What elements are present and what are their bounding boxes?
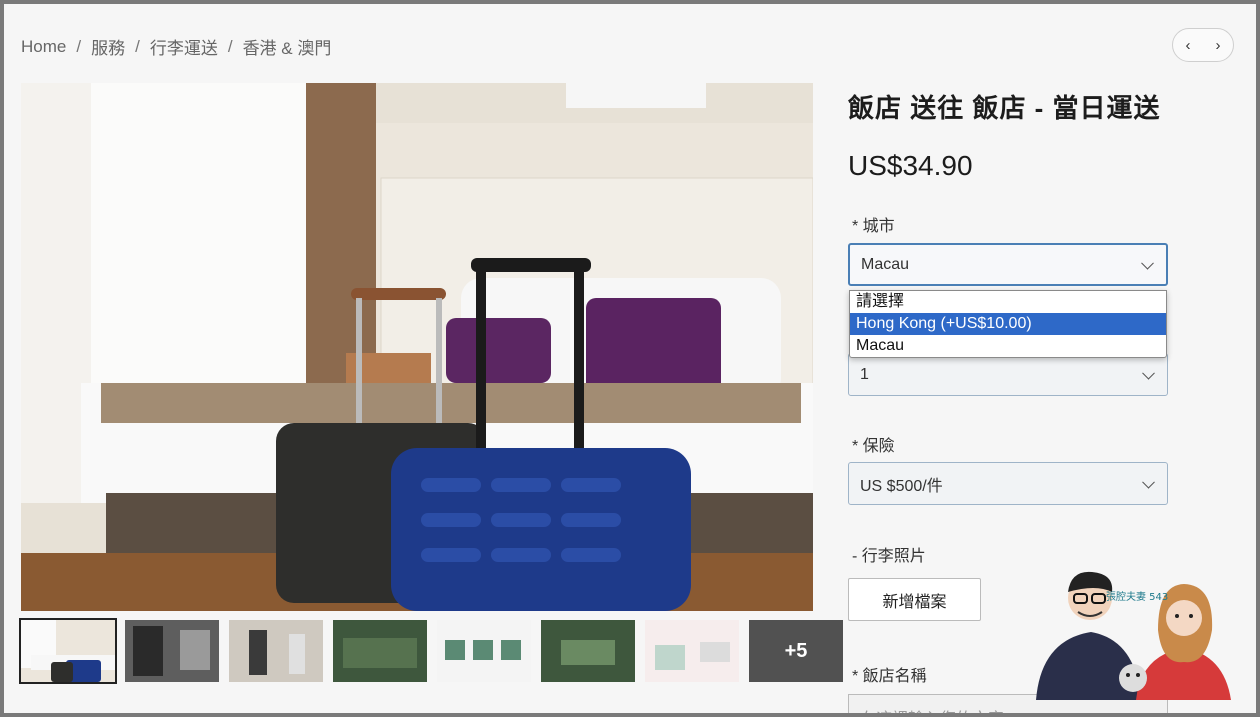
more-thumbnails-badge[interactable]: +5 [749,620,843,682]
chevron-down-icon [1141,256,1154,270]
breadcrumb: Home / 服務 / 行李運送 / 香港 & 澳門 [21,34,331,59]
product-main-image[interactable] [21,83,813,611]
thumbnail-photo-icon [125,620,219,682]
thumbnail-infographic-icon [541,620,635,682]
breadcrumb-separator: / [135,36,140,56]
chevron-down-icon [1142,366,1155,380]
thumbnail[interactable] [229,620,323,682]
add-file-button[interactable]: 新增檔案 [848,578,981,621]
quantity-select-value: 1 [860,365,869,383]
city-dropdown: 請選擇 Hong Kong (+US$10.00) Macau [849,290,1167,358]
breadcrumb-services[interactable]: 服務 [91,34,125,59]
chevron-down-icon [1142,475,1155,489]
insurance-select-value: US $500/件 [860,477,943,495]
photos-label: - 行李照片 [852,548,926,565]
thumbnail[interactable] [125,620,219,682]
prev-product-button[interactable]: ‹ [1178,37,1198,54]
next-product-button[interactable]: › [1208,37,1228,54]
thumbnail[interactable] [645,620,739,682]
quantity-select[interactable]: 1 [848,353,1168,396]
hotel-name-label: * 飯店名稱 [852,668,927,685]
city-label: * 城市 [852,218,895,235]
thumbnail[interactable]: +5 [749,620,843,682]
product-title: 飯店 送往 飯店 - 當日運送 [848,93,1161,123]
thumbnail[interactable] [437,620,531,682]
insurance-select[interactable]: US $500/件 [848,462,1168,505]
city-select-value: Macau [861,255,910,273]
breadcrumb-luggage[interactable]: 行李運送 [150,34,218,59]
city-option-highlighted[interactable]: Hong Kong (+US$10.00) [850,313,1166,335]
thumbnail[interactable] [333,620,427,682]
breadcrumb-region[interactable]: 香港 & 澳門 [243,34,332,59]
thumbnail-photo-icon [229,620,323,682]
thumbnail[interactable] [19,618,117,684]
breadcrumb-home[interactable]: Home [21,37,66,57]
product-nav: ‹ › [1172,28,1234,62]
watermark-mascot-logo: 張腔夫妻 543 [1036,571,1231,700]
product-price: US$34.90 [848,150,973,181]
breadcrumb-separator: / [76,36,82,56]
breadcrumb-separator: / [227,36,233,56]
insurance-label: * 保險 [852,438,895,455]
city-option[interactable]: Macau [850,335,1166,357]
thumbnail-map-icon [645,620,739,682]
thumbnail-hotel-icon [21,620,115,682]
watermark-text: 張腔夫妻 543 [1106,590,1168,603]
thumbnail-infographic-icon [333,620,427,682]
thumbnail[interactable] [541,620,635,682]
page-frame: Home / 服務 / 行李運送 / 香港 & 澳門 ‹ › +5 飯店 送往 … [4,4,1256,713]
hotel-room-photo [21,83,813,611]
city-select[interactable]: Macau [848,243,1168,286]
city-option[interactable]: 請選擇 [850,291,1166,313]
thumbnail-strip: +5 [19,618,843,684]
thumbnail-infographic-icon [437,620,531,682]
